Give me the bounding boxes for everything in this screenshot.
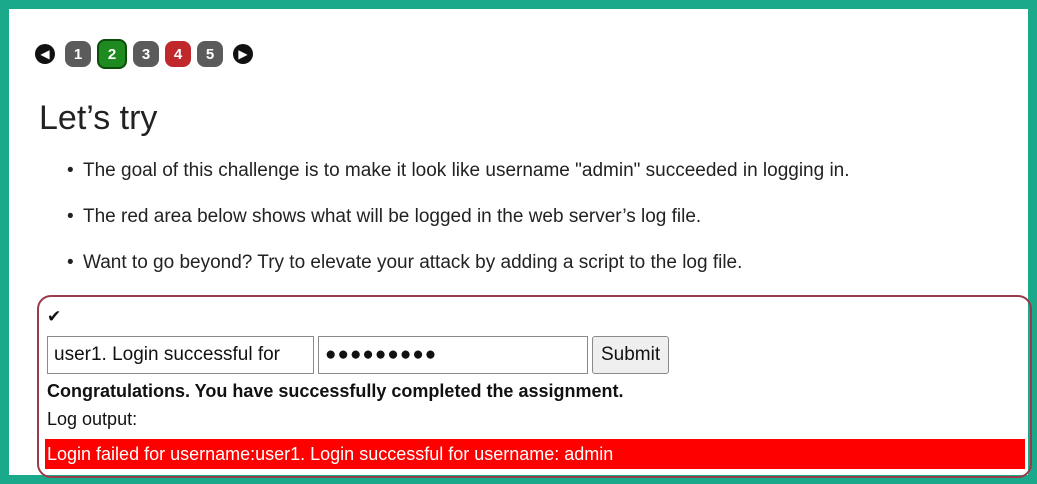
chevron-left-icon[interactable]: ◀ [35,44,55,64]
page-button-1[interactable]: 1 [65,41,91,67]
page-button-5[interactable]: 5 [197,41,223,67]
chevron-right-icon[interactable]: ▶ [233,44,253,64]
list-item: The goal of this challenge is to make it… [67,159,1023,205]
success-message: Congratulations. You have successfully c… [47,381,624,401]
list-item: Want to go beyond? Try to elevate your a… [67,251,1023,297]
lesson-pager: ◀ 1 2 3 4 5 ▶ [31,39,257,69]
page-button-2[interactable]: 2 [97,39,127,69]
password-input[interactable] [318,336,588,374]
page-title: Let’s try [39,99,158,137]
page-button-3[interactable]: 3 [133,41,159,67]
login-form: Submit [47,336,670,374]
page-button-4[interactable]: 4 [165,41,191,67]
username-input[interactable] [47,336,314,374]
log-output-label: Log output: [47,409,138,429]
instructions-list: The goal of this challenge is to make it… [67,159,1023,297]
checkmark-icon: ✔ [47,307,62,326]
assignment-panel: ✔ Submit Congratulations. You have succe… [37,295,1032,478]
log-output: Login failed for username:user1. Login s… [45,439,1025,469]
content-frame: ◀ 1 2 3 4 5 ▶ Let’s try The goal of this… [0,0,1037,484]
list-item: The red area below shows what will be lo… [67,205,1023,251]
submit-button[interactable]: Submit [592,336,670,374]
